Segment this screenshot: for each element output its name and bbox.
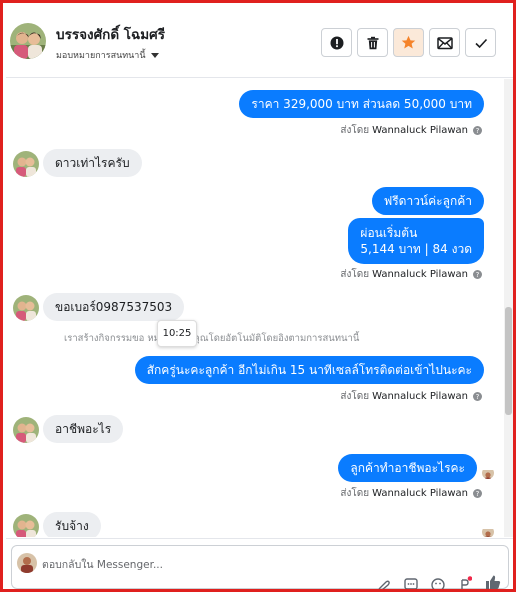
chat-scrollbar[interactable] (504, 79, 513, 537)
spam-button[interactable] (321, 28, 352, 57)
checkmark-icon (474, 38, 487, 48)
sent-by-prefix: ส่งโดย (340, 269, 370, 280)
star-button[interactable] (393, 28, 424, 57)
reply-composer: ตอบกลับใน Messenger... (6, 538, 513, 589)
message-list[interactable]: ราคา 329,000 บาท ส่วนลด 50,000 บาท ส่งโด… (6, 79, 504, 537)
sent-by-label: ส่งโดย Wannaluck Pilawan ? (340, 123, 482, 138)
contact-avatar-small (13, 417, 39, 443)
sent-by-prefix: ส่งโดย (340, 488, 370, 499)
contact-name[interactable]: บรรจงศักดิ์ โฉมศรี (56, 23, 165, 45)
payment-icon[interactable] (458, 576, 472, 590)
sent-by-label: ส่งโดย Wannaluck Pilawan ? (340, 389, 482, 404)
message-line: ผ่อนเริ่มต้น (360, 226, 418, 240)
like-icon[interactable] (485, 574, 501, 590)
star-icon (401, 35, 416, 49)
info-icon[interactable]: ? (473, 392, 482, 401)
reply-input[interactable]: ตอบกลับใน Messenger... (11, 545, 509, 589)
mark-unread-button[interactable] (429, 28, 460, 57)
info-icon[interactable]: ? (473, 270, 482, 279)
sent-by-prefix: ส่งโดย (340, 125, 370, 136)
alert-circle-icon (330, 36, 343, 49)
contact-avatar-small (13, 514, 39, 537)
automation-notice: เราสร้างกิจกรรมขอ หมายให้กับคุณโดยอัตโนม… (64, 333, 360, 344)
outgoing-message[interactable]: ราคา 329,000 บาท ส่วนลด 50,000 บาท (239, 90, 484, 118)
emoji-icon[interactable] (431, 578, 445, 590)
read-receipt-avatar (482, 526, 494, 537)
caret-down-icon (150, 52, 159, 58)
saved-replies-icon[interactable] (404, 578, 418, 590)
timestamp-tooltip: 10:25 (157, 320, 197, 347)
agent-avatar (17, 553, 37, 573)
message-line: 5,144 บาท | 84 งวด (360, 242, 472, 256)
incoming-message[interactable]: ดาวเท่าไรครับ (43, 149, 142, 177)
conversation-window: บรรจงศักดิ์ โฉมศรี มอบหมายการสนทนานี้ รา… (0, 0, 516, 592)
conversation-header: บรรจงศักดิ์ โฉมศรี มอบหมายการสนทนานี้ (6, 6, 513, 78)
outgoing-message[interactable]: ผ่อนเริ่มต้น 5,144 บาท | 84 งวด (348, 218, 484, 264)
info-icon[interactable]: ? (473, 126, 482, 135)
contact-avatar-small (13, 151, 39, 177)
reply-placeholder: ตอบกลับใน Messenger... (42, 559, 163, 571)
contact-avatar-small (13, 295, 39, 321)
done-button[interactable] (465, 28, 496, 57)
sent-by-prefix: ส่งโดย (340, 391, 370, 402)
agent-name[interactable]: Wannaluck Pilawan (372, 488, 468, 499)
incoming-message[interactable]: ขอเบอร์0987537503 (43, 293, 185, 321)
envelope-icon (436, 36, 453, 49)
agent-name[interactable]: Wannaluck Pilawan (372, 391, 468, 402)
assign-conversation-dropdown[interactable]: มอบหมายการสนทนานี้ (56, 48, 159, 62)
agent-name[interactable]: Wannaluck Pilawan (372, 125, 468, 136)
incoming-message[interactable]: อาชีพอะไร (43, 415, 124, 443)
outgoing-message[interactable]: ฟรีดาวน์ค่ะลูกค้า (371, 187, 484, 215)
outgoing-message[interactable]: ลูกค้าทำอาชีพอะไรคะ (338, 454, 477, 482)
info-icon[interactable]: ? (473, 489, 482, 498)
incoming-message[interactable]: รับจ้าง (43, 512, 101, 537)
attachment-icon[interactable] (376, 580, 390, 590)
scrollbar-thumb[interactable] (505, 307, 512, 415)
trash-icon (367, 36, 378, 49)
sent-by-label: ส่งโดย Wannaluck Pilawan ? (340, 267, 482, 282)
delete-button[interactable] (357, 28, 388, 57)
contact-avatar[interactable] (10, 23, 46, 59)
read-receipt-avatar (482, 467, 494, 479)
sent-by-label: ส่งโดย Wannaluck Pilawan ? (340, 486, 482, 501)
assign-label: มอบหมายการสนทนานี้ (56, 51, 146, 61)
agent-name[interactable]: Wannaluck Pilawan (372, 269, 468, 280)
outgoing-message[interactable]: สักครู่นะคะลูกค้า อีกไม่เกิน 15 นาทีเซลล… (134, 356, 484, 384)
